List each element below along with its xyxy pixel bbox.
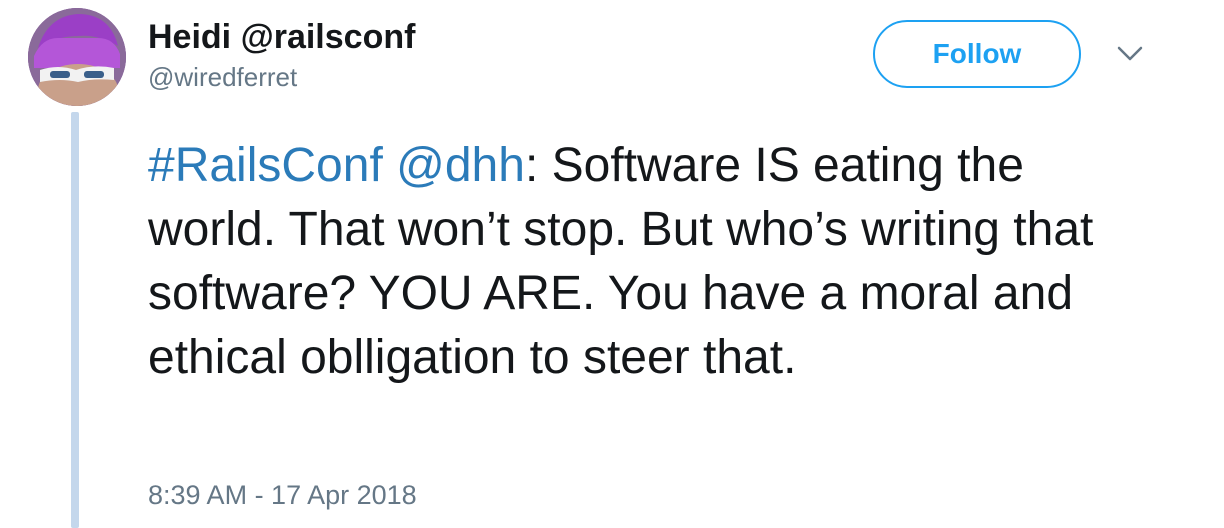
tweet-card: Heidi @railsconf @wiredferret Follow #Ra…: [0, 0, 1224, 528]
follow-button[interactable]: Follow: [873, 20, 1081, 88]
author-display-name[interactable]: Heidi @railsconf: [148, 18, 415, 57]
text-space: [383, 139, 396, 192]
tweet-body: world. That won’t stop. But who’s writin…: [148, 203, 1094, 384]
mention-link[interactable]: @dhh: [396, 139, 525, 192]
avatar-image: [28, 8, 126, 106]
follow-button-label: Follow: [932, 38, 1022, 69]
tweet-text: #RailsConf @dhh: Software IS eating the w…: [148, 134, 1198, 390]
avatar[interactable]: [28, 8, 126, 106]
tweet-timestamp[interactable]: 8:39 AM - 17 Apr 2018: [148, 480, 417, 511]
author-handle[interactable]: @wiredferret: [148, 62, 297, 93]
more-options-button[interactable]: [1116, 42, 1144, 66]
chevron-down-icon: [1117, 46, 1143, 61]
tweet-body-first-line: : Software IS eating the: [524, 139, 1024, 192]
thread-line: [71, 112, 79, 528]
hashtag-link[interactable]: #RailsConf: [148, 139, 383, 192]
